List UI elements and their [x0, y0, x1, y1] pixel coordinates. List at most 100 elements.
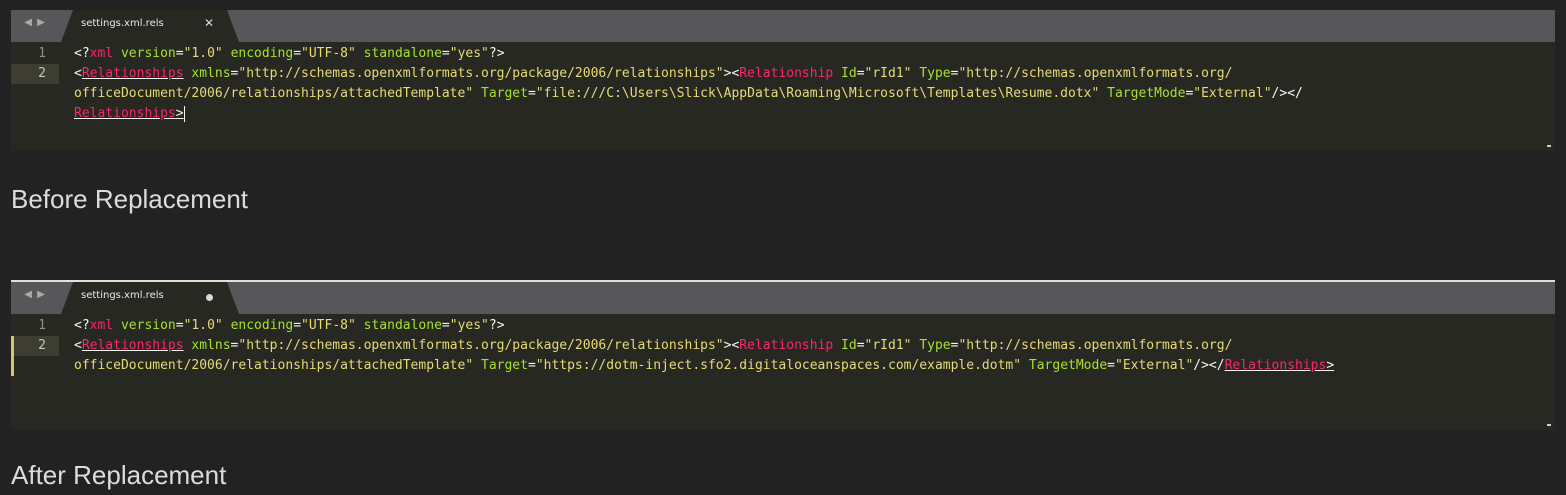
code-token: TargetMode	[1028, 358, 1108, 373]
line-number-text: 1	[38, 46, 46, 61]
code-token: /></	[1271, 86, 1303, 101]
line-number	[11, 84, 59, 104]
code-token: "rId1"	[864, 338, 912, 353]
code-token: Relationships	[74, 106, 176, 121]
code-text[interactable]: <?xml version="1.0" encoding="UTF-8" sta…	[74, 44, 505, 64]
nav-arrows-icon[interactable]: ◀ ▶	[11, 10, 59, 42]
code-line[interactable]: officeDocument/2006/relationships/attach…	[11, 84, 1555, 104]
code-token: version	[120, 318, 176, 333]
code-token: =	[293, 318, 302, 333]
code-text[interactable]: <Relationships xmlns = "http://schemas.ope…	[74, 64, 1232, 84]
code-token: Relationships	[1224, 358, 1327, 373]
code-token: standalone	[363, 318, 442, 333]
code-text[interactable]: <Relationships xmlns = "http://schemas.ope…	[74, 336, 1232, 356]
code-token: encoding	[230, 318, 294, 333]
line-number: 2	[11, 64, 59, 84]
line-number	[11, 104, 59, 124]
code-token: "yes"	[449, 318, 489, 333]
code-line[interactable]: 2 <Relationships xmlns = "http://schemas.op…	[11, 64, 1555, 84]
code-text[interactable]: Relationships>	[74, 104, 185, 124]
code-token: ><	[723, 66, 740, 81]
tab-settings-xml-rels[interactable]: settings.xml.rels ✕	[61, 10, 239, 42]
scrollbar[interactable]	[1547, 424, 1551, 426]
line-number: 1	[11, 44, 59, 64]
line-number	[11, 356, 59, 376]
code-line[interactable]: 2 <Relationships xmlns = "http://schemas.op…	[11, 336, 1555, 356]
code-token: Type	[919, 66, 951, 81]
code-text[interactable]: officeDocument/2006/relationships/attach…	[74, 356, 1334, 376]
code-token: "yes"	[449, 46, 489, 61]
code-token: "http://schemas.openxmlformats.org/	[958, 338, 1233, 353]
code-area[interactable]: 1 <?xml version="1.0" encoding="UTF-8" st…	[11, 314, 1555, 376]
code-token: Type	[919, 338, 951, 353]
code-line[interactable]: 1 <?xml version="1.0" encoding="UTF-8" st…	[11, 316, 1555, 336]
scrollbar[interactable]	[1547, 145, 1551, 147]
code-token: <	[74, 338, 82, 353]
code-token: encoding	[230, 46, 294, 61]
code-token: xml	[89, 318, 114, 333]
code-token: =	[856, 66, 865, 81]
line-number-text: 2	[38, 66, 46, 81]
code-token: "1.0"	[183, 318, 223, 333]
code-line[interactable]: officeDocument/2006/relationships/attach…	[11, 356, 1555, 376]
caption-before: Before Replacement	[11, 184, 249, 214]
code-token: /></	[1193, 358, 1225, 373]
code-token: "External"	[1115, 358, 1194, 373]
code-token: =	[441, 46, 450, 61]
line-number: 1	[11, 316, 59, 336]
code-token: officeDocument/2006/relationships/attach…	[74, 86, 474, 101]
code-token: "file:///C:\Users\Slick\AppData\Roaming\…	[535, 86, 1100, 101]
code-token: "http://schemas.openxmlformats.org/packa…	[238, 338, 724, 353]
code-token: xml	[89, 46, 114, 61]
line-number-text: 1	[38, 318, 46, 333]
code-token: xmlns	[191, 338, 231, 353]
nav-arrows-icon[interactable]: ◀ ▶	[11, 282, 59, 314]
code-token: ><	[723, 338, 740, 353]
text-cursor	[183, 105, 185, 122]
tab-bar: ◀ ▶ settings.xml.rels	[11, 282, 1555, 314]
code-area[interactable]: 1 <?xml version="1.0" encoding="UTF-8" st…	[11, 42, 1555, 124]
code-token: <?	[74, 318, 90, 333]
code-token: Relationships	[81, 338, 184, 353]
code-text[interactable]: officeDocument/2006/relationships/attach…	[74, 84, 1303, 104]
modified-dot-icon[interactable]	[206, 294, 213, 301]
code-text[interactable]: <?xml version="1.0" encoding="UTF-8" sta…	[74, 316, 505, 336]
code-token: ?>	[488, 46, 505, 61]
line-number: 2	[11, 336, 59, 356]
code-token: =	[293, 46, 302, 61]
code-token: "rId1"	[864, 66, 912, 81]
code-line[interactable]: Relationships>	[11, 104, 1555, 124]
code-token: "UTF-8"	[301, 318, 356, 333]
code-token: "UTF-8"	[301, 46, 356, 61]
code-token: standalone	[363, 46, 442, 61]
code-token: =	[527, 358, 536, 373]
code-token: "1.0"	[183, 46, 223, 61]
code-token: "http://schemas.openxmlformats.org/	[958, 66, 1233, 81]
code-token: =	[856, 338, 865, 353]
tab-label: settings.xml.rels	[81, 18, 164, 29]
code-token: "https://dotm-inject.sfo2.digitaloceansp…	[535, 358, 1022, 373]
code-line[interactable]: 1 <?xml version="1.0" encoding="UTF-8" st…	[11, 44, 1555, 64]
tab-label: settings.xml.rels	[81, 290, 164, 301]
caption-after: After Replacement	[11, 460, 227, 490]
code-token: Relationship	[739, 66, 834, 81]
code-token: TargetMode	[1107, 86, 1186, 101]
code-token: =	[175, 46, 184, 61]
code-token: Id	[841, 338, 857, 353]
close-icon[interactable]: ✕	[204, 16, 214, 30]
line-number-text: 2	[38, 338, 46, 353]
tab-settings-xml-rels[interactable]: settings.xml.rels	[61, 282, 239, 314]
code-token: =	[527, 86, 536, 101]
code-token: <?	[74, 46, 90, 61]
code-token: ?>	[488, 318, 505, 333]
